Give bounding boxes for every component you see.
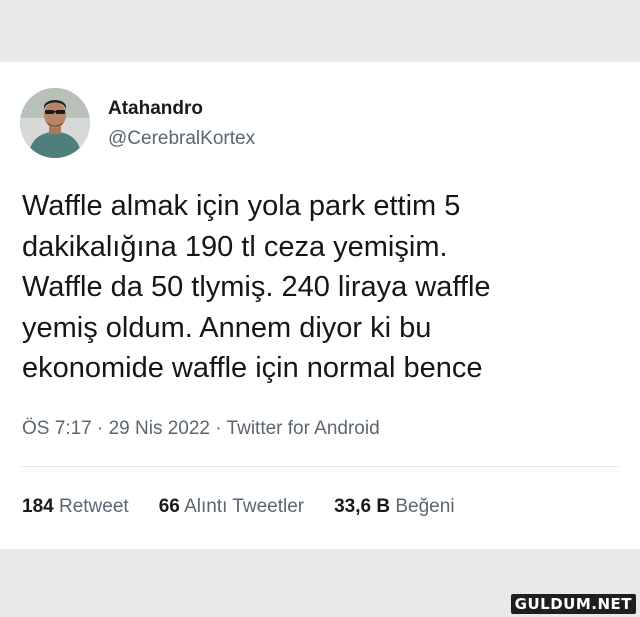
watermark-logo: GULDUM.NET <box>510 594 636 614</box>
quote-tweet-count: 66 <box>158 496 180 517</box>
engagement-stats: 184 Retweet 66 Alıntı Tweetler 33,6 B Be… <box>22 496 455 518</box>
like-count: 33,6 B <box>334 496 391 517</box>
quote-tweet-stat[interactable]: 66 Alıntı Tweetler <box>159 496 304 518</box>
quote-tweet-label: Alıntı Tweetler <box>184 496 305 517</box>
avatar[interactable] <box>20 88 90 158</box>
display-name[interactable]: Atahandro <box>108 98 203 120</box>
avatar-photo <box>20 88 90 158</box>
like-stat[interactable]: 33,6 B Beğeni <box>334 496 454 518</box>
retweet-stat[interactable]: 184 Retweet <box>22 496 129 518</box>
tweet-text: Waffle almak için yola park ettim 5 daki… <box>22 190 491 384</box>
retweet-label: Retweet <box>58 496 129 517</box>
tweet-meta: ÖS 7:17 · 29 Nis 2022 · Twitter for Andr… <box>22 418 380 439</box>
user-handle[interactable]: @CerebralKortex <box>108 128 255 150</box>
tweet-card: Atahandro @CerebralKortex Waffle almak i… <box>0 62 640 549</box>
divider <box>22 466 618 467</box>
like-label: Beğeni <box>395 496 455 517</box>
retweet-count: 184 <box>22 496 54 517</box>
